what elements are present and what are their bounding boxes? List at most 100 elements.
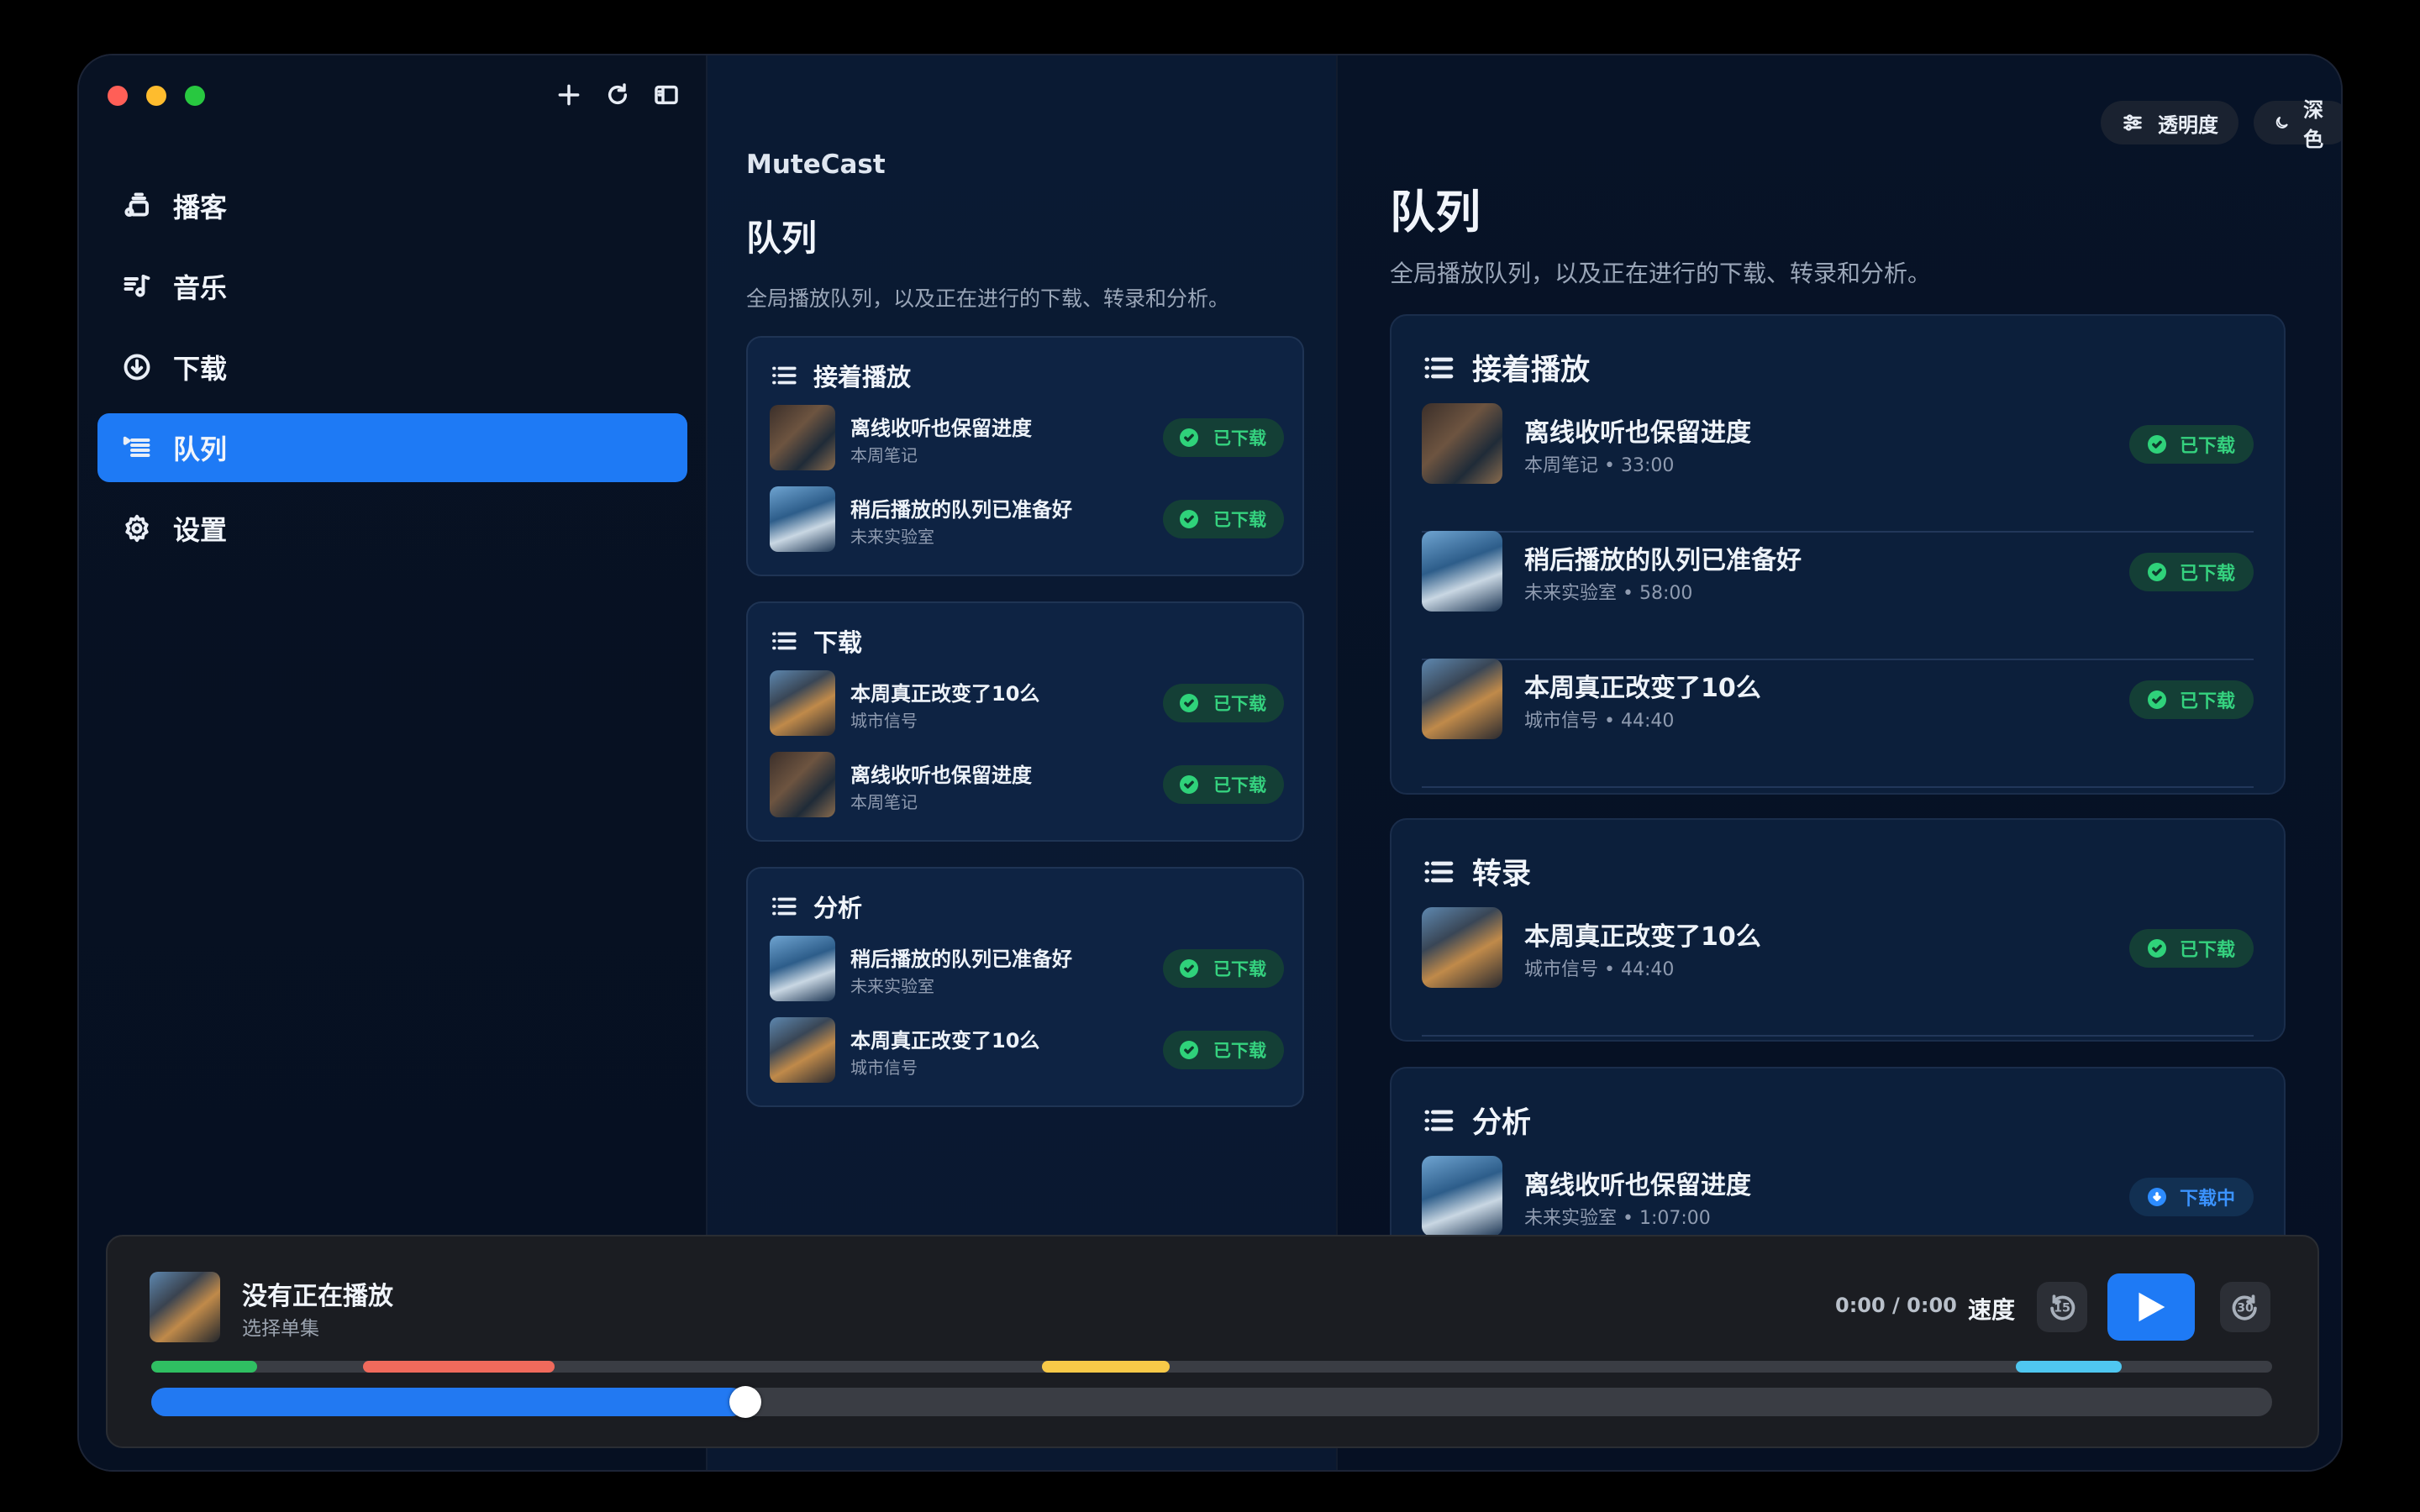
section-header: 下载 <box>770 623 862 659</box>
status-label: 已下载 <box>1213 1041 1266 1061</box>
status-label: 已下载 <box>2180 564 2236 585</box>
status-badge: 下载中 <box>2129 1178 2254 1216</box>
status-label: 已下载 <box>1213 428 1266 449</box>
music-icon <box>119 269 155 304</box>
check-icon <box>1180 775 1198 794</box>
sidebar-item-settings[interactable]: 设置 <box>97 494 687 563</box>
opacity-button[interactable]: 透明度 <box>2101 101 2238 144</box>
sidebar-item-label: 设置 <box>173 514 228 546</box>
sidebar-item-label: 下载 <box>173 353 228 385</box>
speed-button[interactable]: 速度 <box>1968 1292 2015 1326</box>
episode-show: 本周笔记 <box>850 445 918 465</box>
window-controls <box>108 86 205 106</box>
status-badge: 已下载 <box>2129 929 2254 968</box>
sidebar-item-podcasts[interactable]: 播客 <box>97 171 687 240</box>
sidebar-item-label: 队列 <box>173 433 228 465</box>
play-icon <box>2139 1292 2165 1322</box>
progress-knob[interactable] <box>729 1386 761 1418</box>
episode-show: 未来实验室 <box>850 527 934 547</box>
add-icon[interactable] <box>555 81 583 109</box>
minimize-window-button[interactable] <box>146 86 166 106</box>
section-title: 分析 <box>1472 1106 1532 1140</box>
list-icon <box>1424 861 1454 882</box>
episode-artwork <box>1422 659 1502 739</box>
episode-title: 本周真正改变了10么 <box>1524 922 1761 952</box>
episode-show: 未来实验室 <box>850 976 934 996</box>
episode-title: 稍后播放的队列已准备好 <box>850 948 1072 971</box>
chapter-segment <box>1042 1361 1170 1373</box>
episode-row[interactable]: 稍后播放的队列已准备好 未来实验室 已下载 <box>770 936 1284 1003</box>
episode-row[interactable]: 本周真正改变了10么 城市信号 已下载 <box>770 670 1284 738</box>
sidebar-toggle-icon[interactable] <box>652 81 681 109</box>
sidebar-item-label: 音乐 <box>173 272 228 304</box>
now-playing-artwork <box>150 1272 220 1342</box>
app-name: MuteCast <box>746 150 886 180</box>
list-icon <box>772 366 797 385</box>
episode-meta: 未来实验室 • 1:07:00 <box>1524 1208 1711 1229</box>
sliders-icon <box>2123 114 2142 131</box>
status-label: 已下载 <box>1213 510 1266 530</box>
status-badge: 已下载 <box>1163 500 1284 538</box>
section-title: 转录 <box>1472 858 1532 891</box>
sidebar-nav: 播客 音乐 下载 队列 设置 <box>97 171 687 575</box>
episode-row[interactable]: 稍后播放的队列已准备好 未来实验室 已下载 <box>770 486 1284 554</box>
episode-artwork <box>1422 403 1502 484</box>
chapter-segment <box>151 1361 258 1373</box>
status-badge: 已下载 <box>2129 680 2254 719</box>
page-subtitle: 全局播放队列，以及正在进行的下载、转录和分析。 <box>1390 260 1932 287</box>
section-header: 接着播放 <box>1422 346 1590 389</box>
episode-meta: 未来实验室 • 58:00 <box>1524 583 1693 604</box>
play-button[interactable] <box>2107 1273 2195 1341</box>
section-header: 分析 <box>770 889 862 924</box>
theme-button[interactable]: 深色 <box>2254 98 2341 151</box>
chapter-segment <box>2015 1361 2122 1373</box>
status-label: 已下载 <box>2180 940 2236 961</box>
now-playing-bar: 没有正在播放 选择单集 0:00 / 0:00 速度 15 30 <box>106 1235 2319 1448</box>
episode-artwork <box>1422 531 1502 612</box>
episode-row[interactable]: 离线收听也保留进度 本周笔记 已下载 <box>770 752 1284 819</box>
chapter-segment <box>363 1361 555 1373</box>
moon-icon <box>2275 116 2288 129</box>
check-icon <box>1180 428 1198 447</box>
queue-section-up-next: 接着播放 离线收听也保留进度 本周笔记 • 33:00 已下载 稍后播放的队列已… <box>1390 314 2286 795</box>
now-playing-subtitle[interactable]: 选择单集 <box>242 1312 319 1341</box>
episode-title: 本周真正改变了10么 <box>850 682 1040 706</box>
now-playing-title: 没有正在播放 <box>242 1282 393 1311</box>
list-icon <box>1424 357 1454 378</box>
queue-section-analysis: 分析 稍后播放的队列已准备好 未来实验室 已下载 本周真正改变了10么 城市信号… <box>746 867 1304 1107</box>
sidebar-item-music[interactable]: 音乐 <box>97 252 687 321</box>
check-icon <box>1180 510 1198 528</box>
sidebar-item-downloads[interactable]: 下载 <box>97 333 687 402</box>
skip-back-button[interactable]: 15 <box>2037 1282 2087 1332</box>
refresh-icon[interactable] <box>603 81 632 109</box>
chapter-segments-bar <box>151 1361 2272 1373</box>
episode-title: 离线收听也保留进度 <box>1524 418 1751 448</box>
progress-slider[interactable] <box>151 1386 2272 1418</box>
episode-row[interactable]: 离线收听也保留进度 本周笔记 已下载 <box>770 405 1284 472</box>
status-label: 已下载 <box>2180 691 2236 712</box>
close-window-button[interactable] <box>108 86 128 106</box>
episode-artwork <box>770 670 835 736</box>
episode-row[interactable]: 本周真正改变了10么 城市信号 已下载 <box>770 1017 1284 1084</box>
section-header: 接着播放 <box>770 358 911 393</box>
sidebar-item-queue[interactable]: 队列 <box>97 413 687 482</box>
episode-row[interactable]: 本周真正改变了10么 城市信号 • 44:40 已下载 <box>1422 907 2254 1037</box>
playback-time: 0:00 / 0:00 <box>1835 1294 1957 1317</box>
episode-row[interactable]: 离线收听也保留进度 本周笔记 • 33:00 已下载 <box>1422 403 2254 533</box>
episode-title: 离线收听也保留进度 <box>1524 1171 1751 1200</box>
check-icon <box>2148 690 2166 709</box>
download-icon <box>119 349 155 385</box>
episode-artwork <box>770 486 835 552</box>
queue-section-up-next: 接着播放 离线收听也保留进度 本周笔记 已下载 稍后播放的队列已准备好 未来实验… <box>746 336 1304 576</box>
episode-row[interactable]: 本周真正改变了10么 城市信号 • 44:40 已下载 <box>1422 659 2254 788</box>
sidebar-toolbar <box>555 81 681 109</box>
episode-show: 城市信号 <box>850 711 918 731</box>
section-title: 接着播放 <box>1472 354 1591 387</box>
skip-forward-button[interactable]: 30 <box>2220 1282 2270 1332</box>
queue-icon <box>119 430 155 465</box>
episode-row[interactable]: 稍后播放的队列已准备好 未来实验室 • 58:00 已下载 <box>1422 531 2254 660</box>
check-icon <box>2148 563 2166 581</box>
episode-meta: 城市信号 • 44:40 <box>1524 711 1675 732</box>
zoom-window-button[interactable] <box>185 86 205 106</box>
progress-fill <box>151 1388 745 1416</box>
